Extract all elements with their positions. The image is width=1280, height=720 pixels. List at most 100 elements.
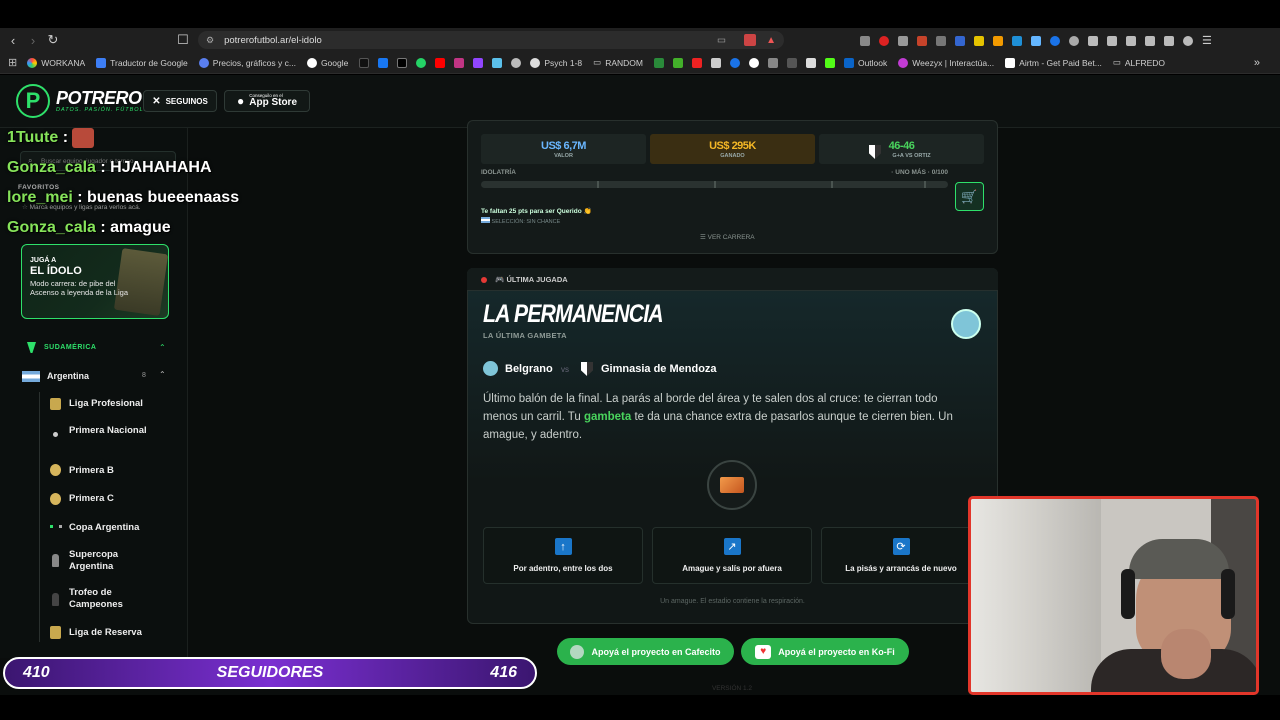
- bookmark-google[interactable]: Google: [306, 57, 348, 68]
- twitch-icon[interactable]: [473, 57, 484, 68]
- extension-icon[interactable]: [860, 35, 870, 46]
- bookmark-outlook[interactable]: Outlook: [843, 57, 887, 68]
- league-liga-profesional[interactable]: Liga Profesional: [69, 398, 143, 409]
- bookmark-icon[interactable]: [805, 57, 816, 68]
- tiktok-icon[interactable]: [359, 57, 370, 68]
- leo-icon[interactable]: [1164, 35, 1174, 46]
- bookmark-icon[interactable]: [672, 57, 683, 68]
- brand-name[interactable]: POTRERO: [56, 88, 142, 109]
- extension-icon[interactable]: [993, 35, 1003, 46]
- bookmark-prices[interactable]: Precios, gráficos y c...: [198, 57, 296, 68]
- more-bookmarks-icon[interactable]: »: [1254, 57, 1260, 69]
- chevron-up-icon[interactable]: ⌃: [159, 343, 166, 352]
- brand-tagline: DATOS. PASIÓN. FÚTBOL.: [56, 107, 147, 113]
- region-sudamerica[interactable]: SUDAMÉRICA: [44, 344, 96, 351]
- kick-icon[interactable]: [824, 57, 835, 68]
- progress-tick: [714, 181, 716, 188]
- league-supercopa-argentina[interactable]: Supercopa Argentina: [69, 549, 149, 574]
- shop-cart-button[interactable]: 🛒: [955, 182, 984, 211]
- menu-icon[interactable]: ☰: [1202, 34, 1212, 47]
- league-primera-c[interactable]: Primera C: [69, 493, 114, 504]
- stat-g-a: 46-46 G+A VS ORTIZ: [819, 134, 984, 164]
- address-bar[interactable]: ⚙ potrerofutbol.ar/el-idolo ▭ ▲: [198, 31, 784, 49]
- bookmarks-bar: ⊞ WORKANA Traductor de Google Precios, g…: [0, 52, 1280, 74]
- play-description: Último balón de la final. La parás al bo…: [483, 393, 953, 441]
- bookmark-page-icon[interactable]: ☐: [173, 30, 193, 50]
- bookmark-weezyx[interactable]: Weezyx | Interactúa...: [898, 57, 994, 68]
- extension-icon[interactable]: [1069, 35, 1079, 46]
- bookmark-icon[interactable]: [729, 57, 740, 68]
- play-tag: 🎮 ÚLTIMA JUGADA: [495, 275, 568, 284]
- el-idolo-promo-card[interactable]: JUGÁ A EL ÍDOLO Modo carrera: de pibe de…: [21, 244, 169, 319]
- sidebar-icon[interactable]: [1126, 35, 1136, 46]
- outlook-icon: [843, 57, 854, 68]
- extension-icon[interactable]: [1031, 35, 1041, 46]
- bookmark-icon[interactable]: [511, 57, 522, 68]
- cafecito-icon: [570, 644, 585, 659]
- follow-button[interactable]: ✕ SEGUINOS: [143, 90, 217, 112]
- instagram-icon[interactable]: [454, 57, 465, 68]
- option-por-adentro-button[interactable]: ↑ Por adentro, entre los dos: [483, 527, 643, 584]
- extension-icon[interactable]: [1012, 35, 1022, 46]
- extension-icon[interactable]: [898, 35, 908, 46]
- bookmark-icon[interactable]: [691, 57, 702, 68]
- bookmark-icon[interactable]: [492, 57, 503, 68]
- ver-carrera-link[interactable]: ☰ VER CARRERA: [700, 233, 755, 241]
- extensions-bar: ☰: [860, 34, 1212, 47]
- rewards-icon[interactable]: ▲: [766, 35, 776, 46]
- potrero-logo-icon[interactable]: P: [16, 84, 50, 118]
- whatsapp-icon[interactable]: [416, 57, 427, 68]
- league-copa-argentina[interactable]: Copa Argentina: [69, 522, 139, 533]
- extension-icon[interactable]: [917, 35, 927, 46]
- curtain-image: [971, 499, 1101, 692]
- option-la-pisas-button[interactable]: ⟳ La pisás y arrancás de nuevo: [821, 527, 981, 584]
- site-info-icon[interactable]: ⚙: [206, 35, 214, 46]
- window-top-strip: [0, 0, 1280, 28]
- league-primera-b[interactable]: Primera B: [69, 465, 114, 476]
- bookmark-icon[interactable]: [786, 57, 797, 68]
- brave-shield-icon[interactable]: [744, 34, 756, 46]
- vpn-icon[interactable]: [1183, 35, 1193, 46]
- back-icon[interactable]: ‹: [3, 30, 23, 50]
- extension-icon[interactable]: [955, 35, 965, 46]
- bookmark-icon[interactable]: [767, 57, 778, 68]
- x-icon[interactable]: [397, 57, 408, 68]
- wallet-icon[interactable]: [1145, 35, 1155, 46]
- cap-image: [1129, 539, 1229, 579]
- progress-tick: [597, 181, 599, 188]
- reload-icon[interactable]: ↻: [43, 30, 63, 50]
- chevron-up-icon[interactable]: ⌃: [159, 370, 166, 379]
- points-hint: Te faltan 25 pts para ser Querido 👏: [481, 208, 592, 215]
- primera-nacional-icon: [53, 432, 58, 437]
- youtube-icon[interactable]: [435, 57, 446, 68]
- extension-icon[interactable]: [879, 35, 889, 46]
- extension-icon[interactable]: [936, 35, 946, 46]
- bookmark-psych[interactable]: Psych 1-8: [530, 57, 582, 68]
- extension-icon[interactable]: [1050, 35, 1060, 46]
- bookmark-icon[interactable]: [748, 57, 759, 68]
- arrow-diagonal-icon: ↗: [723, 538, 741, 555]
- extension-icon[interactable]: [974, 35, 984, 46]
- league-liga-de-reserva[interactable]: Liga de Reserva: [69, 627, 142, 638]
- league-trofeo-de-campeones[interactable]: Trofeo de Campeones: [69, 587, 149, 612]
- cafecito-button[interactable]: Apoyá el proyecto en Cafecito: [557, 638, 734, 665]
- app-store-button[interactable]: ● Conseguilo en el App Store: [224, 90, 310, 112]
- league-primera-nacional[interactable]: Primera Nacional: [69, 425, 149, 437]
- bookmark-translate[interactable]: Traductor de Google: [96, 57, 188, 68]
- cast-icon[interactable]: ▭: [717, 35, 726, 46]
- apps-grid-icon[interactable]: ⊞: [8, 56, 17, 69]
- option-amague-button[interactable]: ↗ Amague y salís por afuera: [652, 527, 812, 584]
- bookmark-icon[interactable]: [710, 57, 721, 68]
- media-icon[interactable]: [1107, 35, 1117, 46]
- country-argentina[interactable]: Argentina: [47, 371, 89, 381]
- facebook-icon[interactable]: [378, 57, 389, 68]
- kofi-button[interactable]: ♥ Apoyá el proyecto en Ko-Fi: [741, 638, 909, 665]
- chat-message: Gonza_cala : amague: [7, 219, 171, 236]
- bookmark-folder-random[interactable]: ▭ RANDOM: [593, 57, 643, 68]
- bookmark-airtm[interactable]: Airtm - Get Paid Bet...: [1005, 57, 1102, 68]
- bookmark-workana[interactable]: WORKANA: [27, 57, 85, 68]
- forward-icon[interactable]: ›: [23, 30, 43, 50]
- puzzle-icon[interactable]: [1088, 35, 1098, 46]
- bookmark-folder-alfredo[interactable]: ▭ ALFREDO: [1113, 57, 1165, 68]
- bookmark-icon[interactable]: [653, 57, 664, 68]
